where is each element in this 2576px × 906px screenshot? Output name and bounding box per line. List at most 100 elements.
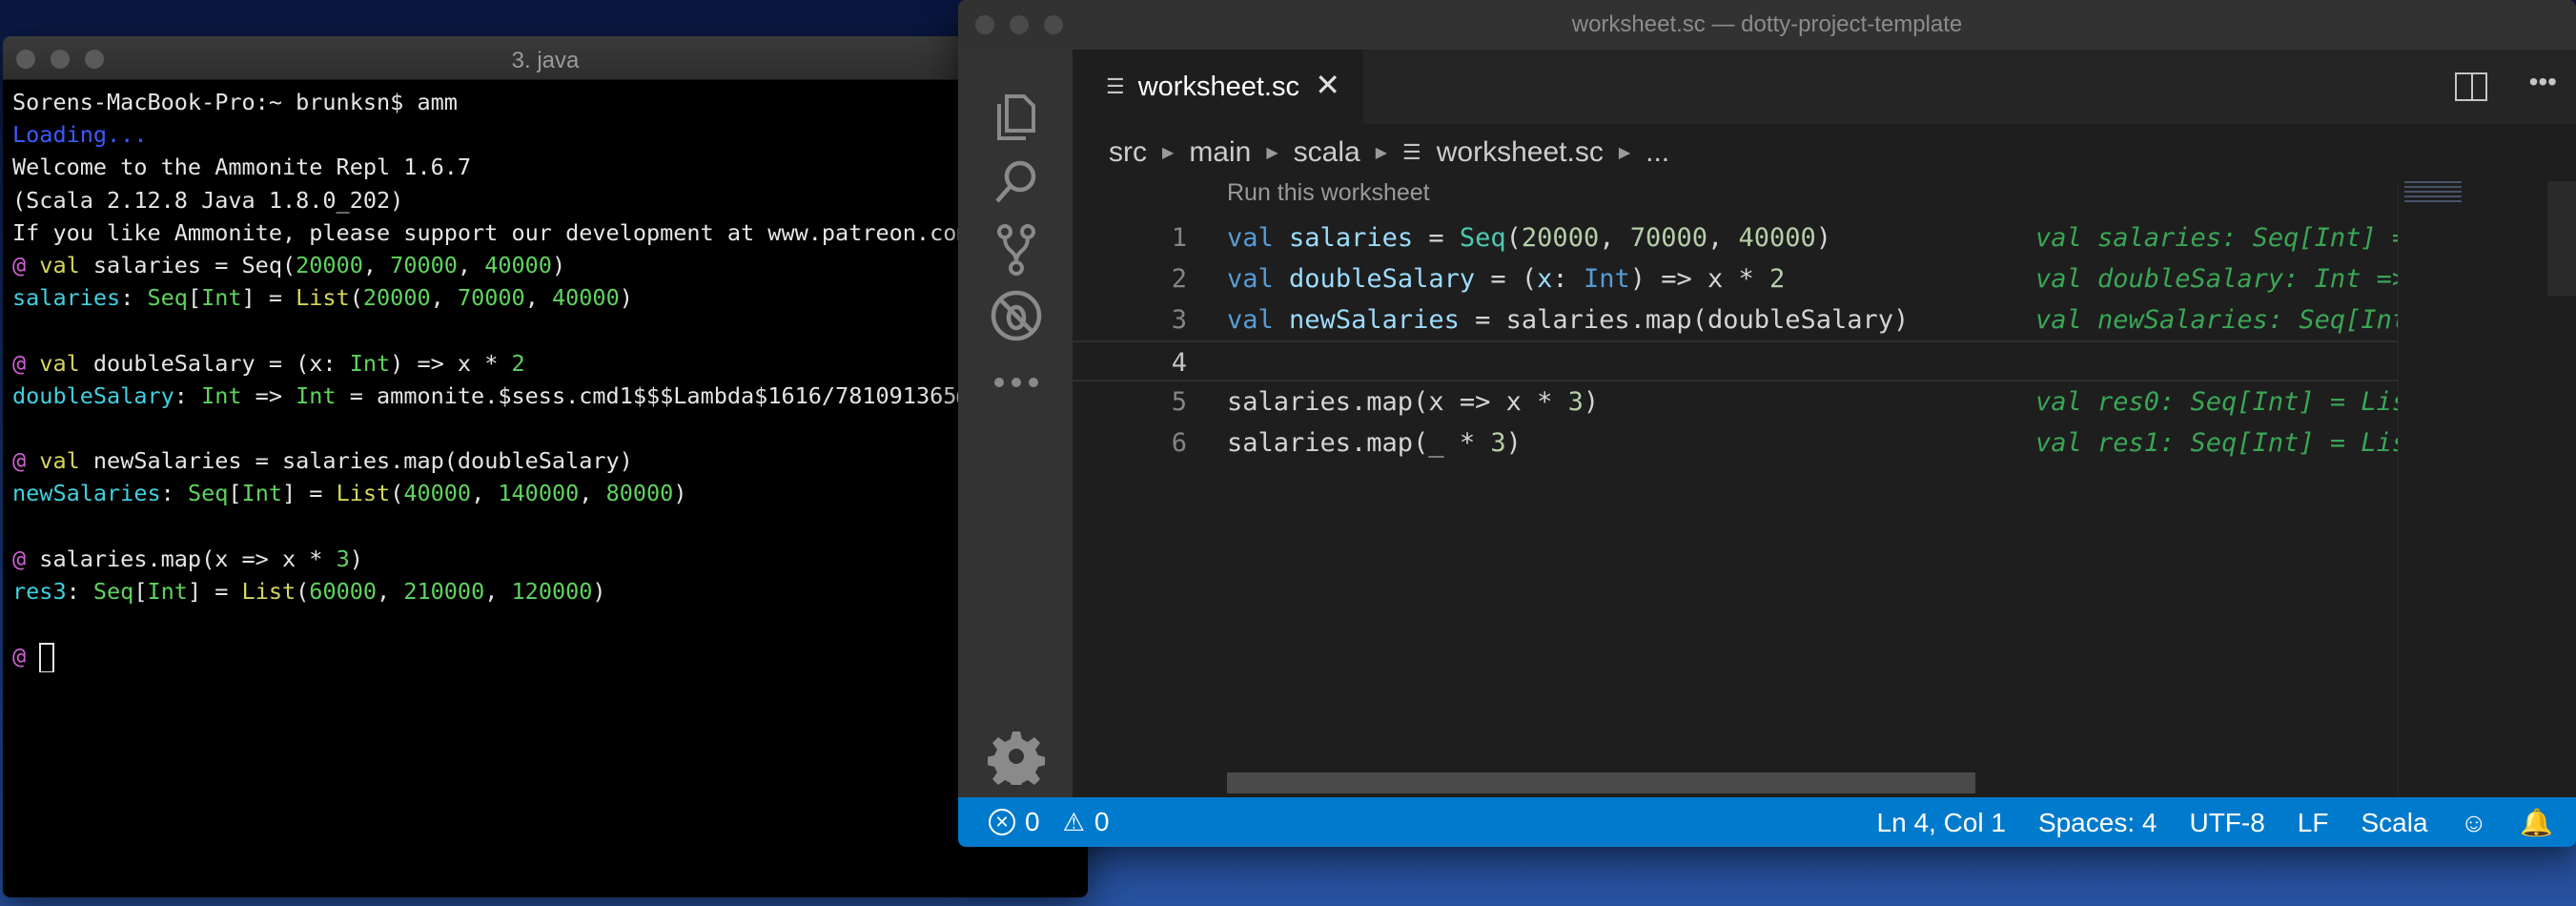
- terminal-text: salaries.map(x => x *: [39, 545, 337, 572]
- terminal-text: doubleSalary: [12, 381, 174, 409]
- code-token: 3: [1567, 387, 1584, 417]
- cursor-position[interactable]: Ln 4, Col 1: [1877, 808, 2006, 838]
- terminal-text: 40000: [551, 284, 620, 312]
- close-tab-icon[interactable]: ✕: [1315, 67, 1340, 103]
- code-token: (: [1505, 223, 1522, 253]
- code-line[interactable]: 6 salaries.map(_ * 3) val res1: Seq[Int] =…: [1073, 422, 2398, 463]
- indentation[interactable]: Spaces: 4: [2038, 808, 2157, 838]
- terminal-line: doubleSalary: Int => Int = ammonite.$ses…: [12, 380, 1078, 412]
- terminal-line: (Scala 2.12.8 Java 1.8.0_202): [12, 184, 1078, 216]
- terminal-text: Seq: [147, 284, 188, 312]
- activity-bar: [958, 50, 1073, 797]
- terminal-output[interactable]: Sorens-MacBook-Pro:~ brunksn$ amm Loading…: [3, 80, 1088, 678]
- terminal-line: @ val doubleSalary = (x: Int) => x * 2: [12, 347, 1078, 380]
- terminal-text: 40000: [484, 251, 552, 278]
- terminal-text: 80000: [605, 480, 674, 507]
- terminal-text: Int: [201, 381, 242, 409]
- terminal-text: Loading...: [12, 121, 148, 149]
- terminal-text: ,: [377, 577, 404, 605]
- error-icon: ✕: [989, 809, 1015, 835]
- tab-worksheet[interactable]: ☰ worksheet.sc ✕: [1073, 50, 1363, 124]
- terminal-text: val: [39, 447, 80, 475]
- terminal-text: ,: [484, 577, 512, 605]
- code-token: ,: [1707, 223, 1739, 253]
- terminal-text: 70000: [457, 284, 525, 312]
- terminal-text: @: [12, 349, 40, 377]
- more-actions-icon[interactable]: •••: [2529, 67, 2557, 101]
- tab-label: worksheet.sc: [1137, 71, 1299, 102]
- terminal-text: ] =: [241, 284, 296, 312]
- problems-indicator[interactable]: ✕ 0 ⚠ 0: [989, 807, 1109, 837]
- error-count: 0: [1025, 807, 1040, 836]
- minimap-content: [2404, 181, 2462, 202]
- breadcrumb-item[interactable]: scala: [1294, 136, 1360, 169]
- code-line[interactable]: 1 val salaries = Seq(20000, 70000, 40000)…: [1073, 217, 2398, 258]
- line-endings[interactable]: LF: [2298, 808, 2329, 838]
- line-number: 3: [1171, 305, 1187, 335]
- code-editor[interactable]: 1 val salaries = Seq(20000, 70000, 40000)…: [1073, 217, 2398, 463]
- line-number: 4: [1171, 348, 1187, 378]
- code-token: Int: [1583, 264, 1630, 294]
- breadcrumb-item[interactable]: src: [1109, 136, 1147, 169]
- code-token: 20000: [1521, 223, 1600, 253]
- chevron-right-icon: ▶: [1266, 145, 1278, 161]
- source-control-icon[interactable]: [987, 219, 1046, 278]
- terminal-text: =>: [241, 381, 296, 409]
- breadcrumb-item[interactable]: ...: [1646, 136, 1669, 169]
- horizontal-scrollbar[interactable]: [1227, 772, 1975, 793]
- code-token: 70000: [1629, 223, 1707, 253]
- vertical-scrollbar[interactable]: [2547, 181, 2576, 797]
- code-line[interactable]: 4: [1073, 340, 2398, 381]
- scrollbar-thumb[interactable]: [2547, 181, 2576, 296]
- terminal-line: Sorens-MacBook-Pro:~ brunksn$ amm: [12, 86, 1078, 118]
- notifications-bell-icon[interactable]: 🔔: [2520, 807, 2553, 838]
- terminal-line: @: [12, 640, 1078, 673]
- search-icon[interactable]: [987, 153, 1046, 212]
- explorer-icon[interactable]: [987, 86, 1046, 145]
- code-text: salaries.map(_ * 3): [1227, 422, 1522, 463]
- terminal-text: Int: [147, 577, 188, 605]
- code-line[interactable]: 3 val newSalaries = salaries.map(doubleSa…: [1073, 299, 2398, 340]
- minimap[interactable]: [2398, 181, 2484, 797]
- terminal-text: (Scala 2.12.8 Java 1.8.0_202): [12, 186, 404, 214]
- terminal-text: 70000: [390, 251, 458, 278]
- warning-count: 0: [1094, 807, 1110, 836]
- terminal-line: @ salaries.map(x => x * 3): [12, 543, 1078, 575]
- terminal-text: ): [619, 284, 633, 312]
- terminal-titlebar[interactable]: 3. java: [3, 36, 1088, 80]
- terminal-text: [: [228, 480, 242, 507]
- code-token: =: [1413, 223, 1460, 253]
- encoding[interactable]: UTF-8: [2189, 808, 2264, 838]
- debug-icon[interactable]: [987, 286, 1046, 345]
- terminal-text: ,: [362, 251, 391, 278]
- terminal-text: val: [39, 349, 80, 377]
- split-editor-icon[interactable]: [2454, 72, 2487, 101]
- chevron-right-icon: ▶: [1162, 145, 1175, 161]
- more-views-icon[interactable]: [987, 353, 1046, 412]
- code-token: 3: [1490, 428, 1506, 458]
- terminal-text: ): [673, 480, 687, 507]
- breadcrumb-item[interactable]: worksheet.sc: [1437, 136, 1604, 169]
- vscode-titlebar[interactable]: worksheet.sc — dotty-project-template: [958, 0, 2576, 50]
- warning-icon: ⚠: [1062, 807, 1085, 836]
- feedback-smiley-icon[interactable]: ☺: [2461, 808, 2488, 838]
- code-line[interactable]: 5 salaries.map(x => x * 3) val res0: Seq[I…: [1073, 381, 2398, 422]
- terminal-text: :: [120, 284, 148, 312]
- tab-bar: ☰ worksheet.sc ✕ •••: [1073, 50, 2576, 124]
- run-worksheet-codelens[interactable]: Run this worksheet: [1227, 179, 1430, 207]
- terminal-text: 210000: [403, 577, 485, 605]
- vscode-window[interactable]: worksheet.sc — dotty-project-template ☰ …: [958, 0, 2576, 847]
- terminal-text: (: [296, 577, 310, 605]
- settings-gear-icon[interactable]: [987, 727, 1046, 786]
- language-mode[interactable]: Scala: [2361, 808, 2427, 838]
- code-line[interactable]: 2 val doubleSalary = (x: Int) => x * 2 val…: [1073, 258, 2398, 299]
- worksheet-result: val newSalaries: Seq[Int] = List(40000, …: [2035, 305, 2398, 335]
- terminal-text: 120000: [511, 577, 593, 605]
- terminal-window[interactable]: 3. java Sorens-MacBook-Pro:~ brunksn$ am…: [3, 36, 1088, 897]
- editor-actions: •••: [2454, 67, 2557, 101]
- status-bar-right: Ln 4, Col 1 Spaces: 4 UTF-8 LF Scala ☺ 🔔: [1877, 807, 2553, 838]
- breadcrumb-item[interactable]: main: [1189, 136, 1251, 169]
- terminal-text: ): [592, 577, 606, 605]
- terminal-text: @: [12, 251, 40, 278]
